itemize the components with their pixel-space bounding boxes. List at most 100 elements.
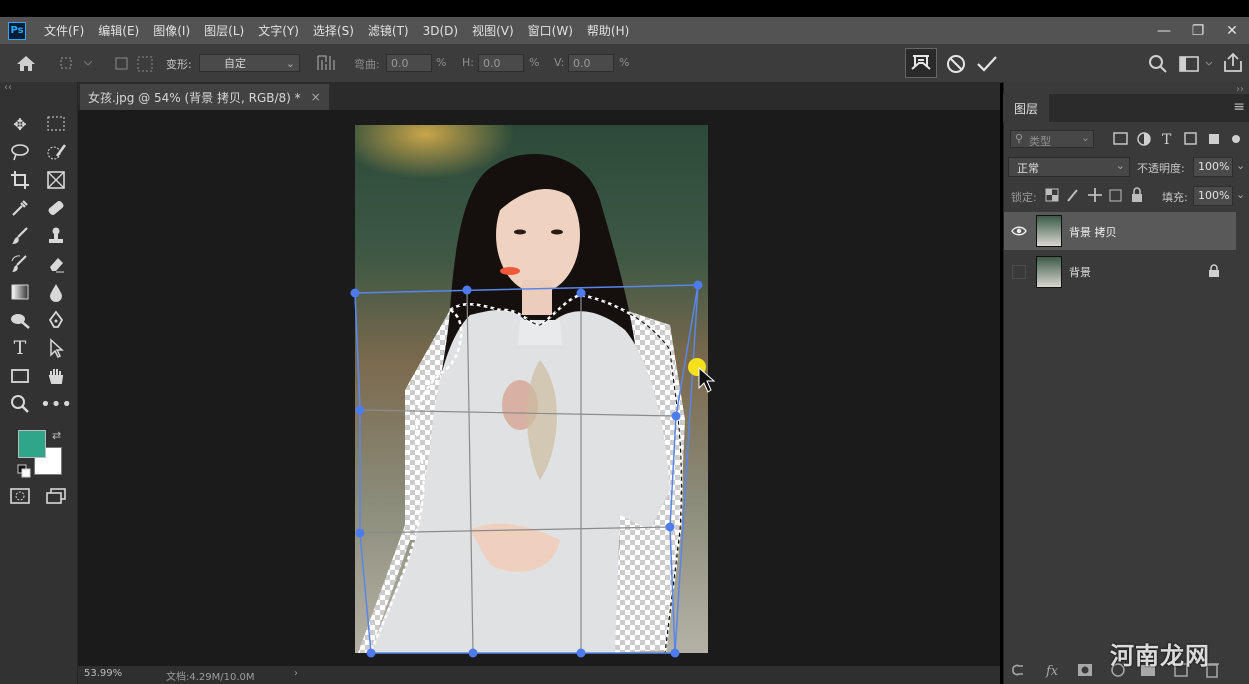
quick-selection-tool-icon[interactable]: [44, 140, 68, 164]
layer-thumbnail: [1036, 256, 1062, 288]
document-canvas[interactable]: [350, 120, 720, 660]
chevron-down-icon: ⌄: [1080, 131, 1090, 144]
fill-input[interactable]: 100%: [1193, 186, 1233, 206]
collapse-toolbar-icon[interactable]: ‹‹: [4, 82, 12, 93]
dodge-tool-icon[interactable]: [8, 308, 32, 332]
menu-select[interactable]: 选择(S): [313, 22, 354, 39]
layer-filter-select[interactable]: ⚲ 类型 ⌄: [1010, 130, 1094, 148]
marquee-tool-icon[interactable]: [44, 112, 68, 136]
default-colors-icon[interactable]: [17, 464, 31, 481]
menu-help[interactable]: 帮助(H): [587, 22, 629, 39]
zoom-tool-icon[interactable]: [8, 392, 32, 416]
warp-mode-toggle[interactable]: [905, 48, 937, 78]
menu-window[interactable]: 窗口(W): [528, 22, 573, 39]
home-icon[interactable]: [16, 54, 36, 72]
menu-image[interactable]: 图像(I): [153, 22, 190, 39]
layer-filter-placeholder: 类型: [1029, 135, 1051, 148]
status-menu-arrow[interactable]: ›: [294, 668, 298, 679]
brush-tool-icon[interactable]: [8, 224, 32, 248]
svg-text:fx: fx: [1045, 664, 1059, 679]
gradient-tool-icon[interactable]: [8, 280, 32, 304]
minimize-icon[interactable]: —: [1147, 23, 1181, 39]
visibility-eye-icon[interactable]: [1011, 225, 1027, 237]
bend-input[interactable]: 0.0: [386, 54, 432, 72]
rectangle-tool-icon[interactable]: [8, 364, 32, 388]
visibility-toggle[interactable]: [1012, 265, 1026, 279]
menu-3d[interactable]: 3D(D): [423, 24, 458, 38]
move-tool-icon[interactable]: ✥: [8, 112, 32, 136]
chevron-down-icon[interactable]: ⌄: [1236, 159, 1245, 172]
svg-text:T: T: [1162, 132, 1172, 148]
photoshop-logo-icon: Ps: [8, 21, 26, 40]
opacity-label: 不透明度:: [1137, 162, 1185, 175]
puppet-warp-icon: [911, 55, 931, 70]
warp-label: 变形:: [166, 58, 192, 71]
menu-type[interactable]: 文字(Y): [258, 22, 299, 39]
search-icon: ⚲: [1015, 132, 1024, 145]
h-percent: %: [529, 56, 540, 69]
warp-style-select[interactable]: 自定 ⌄: [199, 54, 300, 72]
layer-name[interactable]: 背景: [1069, 264, 1091, 280]
chevron-down-icon[interactable]: ⌄: [1236, 188, 1245, 201]
h-label: H:: [462, 56, 474, 69]
hand-tool-icon[interactable]: [44, 364, 68, 388]
layer-name[interactable]: 背景 拷贝: [1069, 224, 1117, 240]
lock-icon[interactable]: [1208, 264, 1220, 278]
menu-edit[interactable]: 编辑(E): [98, 22, 139, 39]
warp-orientation-icon[interactable]: [315, 53, 337, 73]
document-tab[interactable]: 女孩.jpg @ 54% (背景 拷贝, RGB/8) * ×: [80, 84, 329, 110]
blur-tool-icon[interactable]: [44, 280, 68, 304]
warp-style-value: 自定: [224, 57, 246, 70]
bend-percent: %: [436, 56, 447, 69]
share-icon[interactable]: [1222, 52, 1244, 74]
menu-view[interactable]: 视图(V): [472, 22, 514, 39]
swap-colors-icon[interactable]: ⇄: [52, 429, 61, 442]
pen-tool-icon[interactable]: [44, 308, 68, 332]
commit-checkmark-icon[interactable]: [976, 54, 998, 74]
path-selection-tool-icon[interactable]: [44, 336, 68, 360]
zoom-level[interactable]: 53.99%: [84, 668, 122, 679]
grid-toggle-icon[interactable]: [114, 56, 158, 72]
clone-stamp-tool-icon[interactable]: [44, 224, 68, 248]
document-size: 文档:4.29M/10.0M: [166, 672, 255, 683]
healing-brush-tool-icon[interactable]: [44, 196, 68, 220]
blend-mode-select[interactable]: 正常 ⌄: [1008, 157, 1130, 177]
eyedropper-tool-icon[interactable]: [8, 196, 32, 220]
restore-icon[interactable]: ❐: [1181, 23, 1215, 39]
blend-mode-value: 正常: [1017, 162, 1039, 175]
foreground-color-swatch[interactable]: [18, 430, 46, 458]
status-bar: 53.99% 文档:4.29M/10.0M ›: [78, 666, 1000, 684]
frame-tool-icon[interactable]: [44, 168, 68, 192]
h-input[interactable]: 0.0: [478, 54, 524, 72]
history-brush-tool-icon[interactable]: [8, 252, 32, 276]
screen-mode-icon[interactable]: [44, 484, 68, 508]
search-icon[interactable]: [1148, 54, 1168, 74]
lasso-tool-icon[interactable]: [8, 140, 32, 164]
menu-layer[interactable]: 图层(L): [204, 22, 244, 39]
lock-options[interactable]: [1044, 186, 1152, 204]
more-tools-icon[interactable]: •••: [40, 392, 72, 416]
type-tool-icon[interactable]: T: [8, 336, 32, 360]
quick-mask-icon[interactable]: [8, 484, 32, 508]
transform-tool-icon[interactable]: [58, 55, 92, 71]
lock-label: 锁定:: [1011, 191, 1037, 204]
bend-label: 弯曲:: [354, 58, 380, 71]
window-controls: — ❐ ✕: [1147, 17, 1249, 44]
layer-row-background[interactable]: 背景: [1004, 252, 1236, 290]
workspace-icon[interactable]: [1178, 54, 1214, 74]
close-tab-icon[interactable]: ×: [311, 90, 321, 104]
menu-file[interactable]: 文件(F): [44, 22, 84, 39]
menu-filter[interactable]: 滤镜(T): [368, 22, 409, 39]
layer-filter-icons[interactable]: T: [1112, 130, 1242, 148]
v-label: V:: [554, 56, 565, 69]
panel-menu-icon[interactable]: ≡: [1233, 99, 1245, 115]
tab-layers[interactable]: 图层: [1003, 94, 1049, 122]
opacity-input[interactable]: 100%: [1193, 157, 1233, 177]
close-window-icon[interactable]: ✕: [1215, 23, 1249, 39]
v-input[interactable]: 0.0: [568, 54, 614, 72]
eraser-tool-icon[interactable]: [44, 252, 68, 276]
cancel-icon[interactable]: [946, 54, 966, 74]
layer-row-background-copy[interactable]: 背景 拷贝: [1004, 212, 1236, 250]
crop-tool-icon[interactable]: [8, 168, 32, 192]
document-tab-title: 女孩.jpg @ 54% (背景 拷贝, RGB/8) *: [88, 90, 301, 105]
